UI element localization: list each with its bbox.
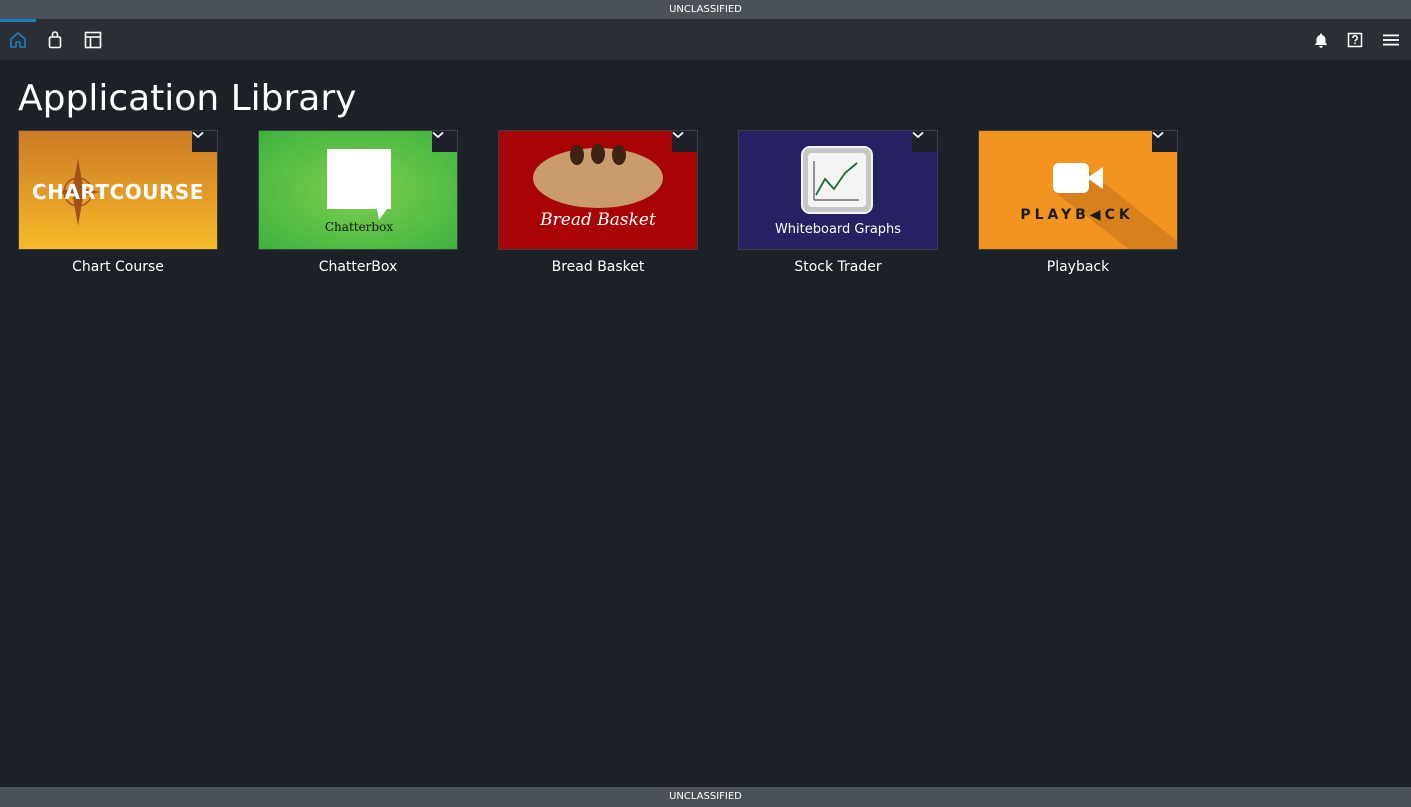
svg-text:Whiteboard Graphs: Whiteboard Graphs (775, 222, 901, 237)
tile-menu-button[interactable] (432, 131, 457, 152)
bag-icon (47, 30, 63, 49)
app-name[interactable]: Playback (978, 259, 1178, 275)
notifications-button[interactable] (1303, 19, 1339, 60)
bread-basket-logo: Bread Basket (499, 131, 697, 249)
app-name[interactable]: Bread Basket (498, 259, 698, 275)
app-thumbnail[interactable]: PLAYB◀CK (978, 130, 1178, 250)
svg-text:Bread Basket: Bread Basket (539, 210, 656, 230)
app-name[interactable]: Stock Trader (738, 259, 938, 275)
app-name[interactable]: Chart Course (18, 259, 218, 275)
webtop-button[interactable] (75, 19, 111, 60)
layout-icon (84, 31, 102, 49)
app-tile-chatterbox: Chatterbox ChatterBox (258, 130, 458, 280)
appmall-button[interactable] (37, 19, 73, 60)
tile-menu-button[interactable] (192, 131, 217, 152)
chart-course-logo: CHARTCOURSE (19, 131, 217, 249)
home-icon (9, 31, 27, 49)
classification-banner-top: UNCLASSIFIED (0, 0, 1411, 19)
main-menu-button[interactable] (1373, 19, 1409, 60)
app-thumbnail[interactable]: Chatterbox (258, 130, 458, 250)
svg-text:CHARTCOURSE: CHARTCOURSE (32, 180, 204, 204)
line-graph-icon (801, 146, 873, 214)
menu-icon (1382, 32, 1400, 48)
app-tile-bread-basket: Bread Basket Bread Basket (498, 130, 698, 280)
bell-icon (1313, 32, 1329, 48)
whiteboard-graphs-logo: Whiteboard Graphs (739, 131, 937, 249)
app-tile-playback: PLAYB◀CK Playback (978, 130, 1178, 280)
home-button[interactable] (0, 19, 36, 60)
chatterbox-logo: Chatterbox (259, 131, 457, 249)
app-thumbnail[interactable]: CHARTCOURSE (18, 130, 218, 250)
playback-logo: PLAYB◀CK (979, 131, 1177, 249)
help-button[interactable] (1337, 19, 1373, 60)
svg-text:PLAYB◀CK: PLAYB◀CK (1020, 207, 1133, 223)
svg-text:Chatterbox: Chatterbox (325, 220, 393, 234)
tile-menu-button[interactable] (912, 131, 937, 152)
app-tile-stock-trader: Whiteboard Graphs Stock Trader (738, 130, 938, 280)
tile-menu-button[interactable] (1152, 131, 1177, 152)
app-thumbnail[interactable]: Whiteboard Graphs (738, 130, 938, 250)
toolbar (0, 19, 1411, 60)
page-title: Application Library (18, 78, 357, 119)
app-name[interactable]: ChatterBox (258, 259, 458, 275)
app-thumbnail[interactable]: Bread Basket (498, 130, 698, 250)
classification-banner-bottom: UNCLASSIFIED (0, 787, 1411, 807)
tile-menu-button[interactable] (672, 131, 697, 152)
help-icon (1347, 32, 1363, 48)
app-tile-chart-course: CHARTCOURSE Chart Course (18, 130, 218, 280)
